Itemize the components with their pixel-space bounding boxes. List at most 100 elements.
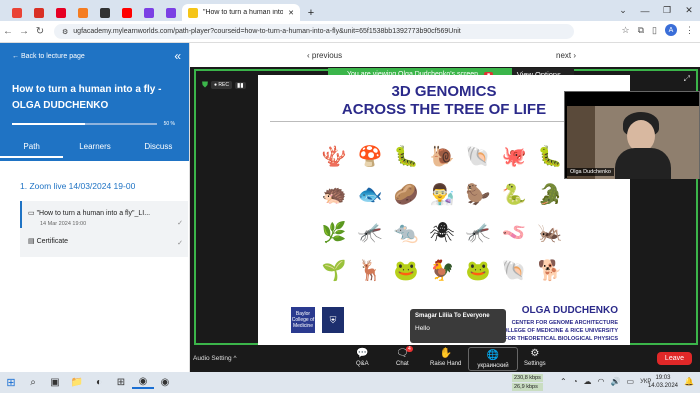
tab-path[interactable]: Path <box>0 142 64 158</box>
clock-date: 14.03.2024 <box>647 383 678 389</box>
reload-icon[interactable]: ↻ <box>32 26 48 37</box>
list-item-video[interactable]: ▭ "How to turn a human into a fly"_LI... <box>28 209 150 217</box>
viber-icon[interactable]: ◔ <box>573 377 578 386</box>
onedrive-icon[interactable]: ☁ <box>584 377 592 386</box>
wifi-icon[interactable]: ◠ <box>598 377 605 386</box>
bookmark-star-icon[interactable]: ☆ <box>622 25 630 36</box>
organism-illustration: 🐚 <box>501 259 527 282</box>
windows-start-icon[interactable]: ⊞ <box>0 376 22 389</box>
tab-search-icon[interactable]: ⌄ <box>612 5 634 16</box>
browser-tab[interactable] <box>94 4 116 21</box>
chat-message: Hello <box>415 325 430 332</box>
chat-label: Chat <box>396 361 409 367</box>
extensions-icon[interactable]: ⧉ <box>638 25 644 36</box>
system-tray: ⌃ ◔ ☁ ◠ 🔊 ▭ УКР <box>560 377 651 386</box>
edge-icon[interactable]: ◐ <box>88 377 110 388</box>
organism-illustration: 🦌 <box>357 259 383 282</box>
back-to-lecture-link[interactable]: ← Back to lecture page <box>12 53 85 60</box>
next-link[interactable]: next › <box>556 51 576 60</box>
organism-illustration: 👨‍🔬 <box>429 183 455 206</box>
slide-author: OLGA DUDCHENKO <box>521 305 618 316</box>
browser-tab[interactable] <box>116 4 138 21</box>
organism-illustration: 🪱 <box>501 221 527 244</box>
tab-learners[interactable]: Learners <box>63 142 126 158</box>
organism-illustration: 🦟 <box>465 221 491 244</box>
close-window-icon[interactable]: ✕ <box>678 5 700 16</box>
close-tab-icon[interactable]: ✕ <box>288 9 294 17</box>
browser-tab[interactable] <box>28 4 50 21</box>
browser-tab[interactable] <box>160 4 182 21</box>
lesson-pager: ‹ previous next › <box>190 43 700 67</box>
windows-taskbar: ⊞ ⌕ ▣ 📁 ◐ ⊞ ◉ ◉ 230,8 kbps 26,9 kbps ⌃ ◔… <box>0 372 700 393</box>
collapse-sidebar-icon[interactable]: « <box>174 49 181 63</box>
pause-icon[interactable]: ▮▮ <box>234 81 246 89</box>
qa-button[interactable]: 💬 Q&A <box>356 348 369 367</box>
chevron-up-icon[interactable]: ⌃ <box>560 377 567 386</box>
organism-illustration: 🌿 <box>321 221 347 244</box>
chat-button[interactable]: 🗨 4 Chat <box>396 346 413 367</box>
chat-sender: Smagar Liliia To Everyone <box>415 313 490 319</box>
settings-button[interactable]: ⚙ Settings <box>524 348 546 367</box>
current-item-marker <box>20 201 22 228</box>
battery-icon[interactable]: ▭ <box>627 377 635 386</box>
list-item-certificate[interactable]: ▤ Certificate <box>28 237 68 245</box>
chrome-icon[interactable]: ◉ <box>132 376 154 389</box>
recording-indicator: ⛊ ● REC ▮▮ <box>202 80 246 90</box>
file-explorer-icon[interactable]: 📁 <box>66 377 88 388</box>
tab-discuss[interactable]: Discuss <box>127 142 190 158</box>
minimize-icon[interactable]: — <box>634 6 656 16</box>
browser-tab[interactable] <box>50 4 72 21</box>
sidebar-header: ← Back to lecture page « How to turn a h… <box>0 43 189 161</box>
sidebar-tabs: Path Learners Discuss <box>0 142 190 158</box>
organism-illustration: 🐓 <box>429 259 455 282</box>
video-icon: ▭ <box>28 210 37 217</box>
list-item-date: 14 Mar 2024 19:00 <box>40 221 87 227</box>
search-icon[interactable]: ⌕ <box>22 377 44 388</box>
active-tab[interactable]: "How to turn a human into a fly ✕ <box>182 4 300 21</box>
url-field[interactable]: ⚙ ugfacademy.mylearnworlds.com/path-play… <box>54 24 574 39</box>
fullscreen-icon[interactable]: ⤢ <box>684 74 690 84</box>
profile-avatar[interactable]: A <box>665 24 677 36</box>
back-arrow-icon[interactable]: ← <box>0 26 16 37</box>
organism-illustration: 🐌 <box>429 145 455 168</box>
course-title: How to turn a human into a fly - OLGA DU… <box>12 82 161 114</box>
organism-illustration: 🦗 <box>537 221 563 244</box>
browser-tab[interactable] <box>138 4 160 21</box>
organism-illustration: 🦫 <box>465 183 491 206</box>
audio-setting-button[interactable]: Audio Setting ^ <box>193 355 237 362</box>
language-button[interactable]: 🌐 украинский <box>468 347 518 371</box>
sidepanel-icon[interactable]: ▯ <box>652 25 657 36</box>
organism-illustration: 🦔 <box>321 183 347 206</box>
clock[interactable]: 19:03 14.03.2024 <box>648 374 678 390</box>
organism-illustration: 🐟 <box>357 183 383 206</box>
language-label: украинский <box>477 362 509 369</box>
notification-bell-icon[interactable]: 🔔 <box>684 377 694 386</box>
orange-app-icon <box>78 7 88 18</box>
organism-illustration: 🐍 <box>501 183 527 206</box>
maximize-icon[interactable]: ❐ <box>656 5 678 16</box>
site-info-icon[interactable]: ⚙ <box>62 28 68 36</box>
speaker-video-tile[interactable]: Olga Dudchenko <box>564 91 700 179</box>
organism-illustration: 🪸 <box>321 145 347 168</box>
previous-link[interactable]: ‹ previous <box>307 51 342 60</box>
forward-arrow-icon[interactable]: → <box>16 26 32 37</box>
section-zoom-live[interactable]: 1. Zoom live 14/03/2024 19-00 <box>20 181 135 191</box>
task-view-icon[interactable]: ▣ <box>44 377 66 388</box>
leave-button[interactable]: Leave <box>656 352 692 365</box>
browser-tab[interactable] <box>6 4 28 21</box>
browser-tab[interactable] <box>72 4 94 21</box>
new-tab-button[interactable]: + <box>300 4 322 21</box>
chrome-icon[interactable]: ◉ <box>154 377 176 388</box>
speaker-body <box>615 148 671 179</box>
store-icon[interactable]: ⊞ <box>110 377 132 388</box>
browser-menu-icon[interactable]: ⋮ <box>685 25 694 36</box>
raise-hand-button[interactable]: ✋ Raise Hand <box>430 348 461 367</box>
gmail-icon <box>34 7 44 18</box>
settings-label: Settings <box>524 361 546 367</box>
organism-illustration: 🐙 <box>501 145 527 168</box>
volume-icon[interactable]: 🔊 <box>611 377 621 386</box>
network-speed: 230,8 kbps 26,9 kbps <box>512 374 543 392</box>
chat-notification[interactable]: Smagar Liliia To Everyone Hello <box>410 309 506 343</box>
organism-illustration: 🥔 <box>393 183 419 206</box>
qa-icon: 💬 <box>356 348 369 359</box>
